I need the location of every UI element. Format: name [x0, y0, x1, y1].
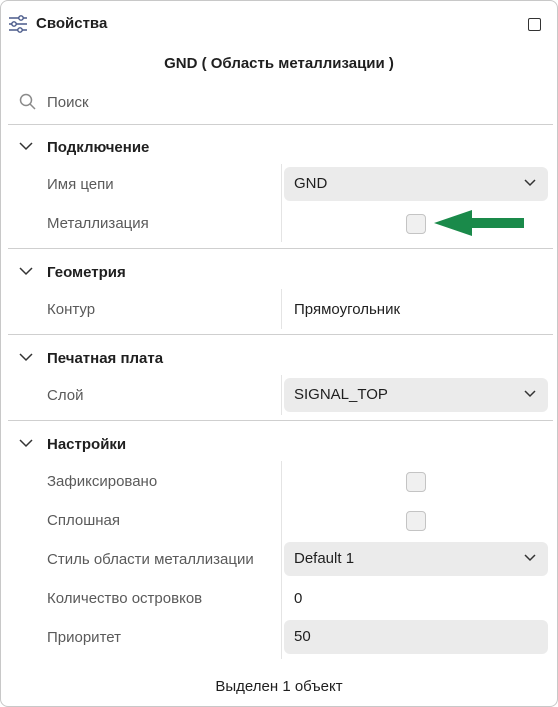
maximize-button[interactable] [528, 18, 541, 31]
priority-label: Приоритет [47, 629, 121, 646]
contour-value: Прямоугольник [294, 301, 401, 318]
fixed-label: Зафиксировано [47, 473, 158, 490]
section-pcb-header[interactable]: Печатная плата [19, 348, 319, 370]
column-divider [281, 461, 282, 659]
sliders-icon [8, 14, 28, 34]
column-divider [281, 375, 282, 415]
section-label: Геометрия [47, 264, 126, 281]
chevron-down-icon [19, 267, 33, 276]
properties-panel: Свойства GND ( Область металлизации ) По… [0, 0, 558, 707]
net-name-select[interactable]: GND [284, 167, 548, 201]
fill-style-label: Стиль области металлизации [47, 551, 254, 568]
column-divider [281, 289, 282, 329]
chevron-down-icon [19, 142, 33, 151]
section-label: Подключение [47, 139, 150, 156]
search-input[interactable] [47, 91, 527, 113]
net-name-value: GND [294, 175, 328, 192]
divider [8, 248, 553, 249]
chevron-down-icon [19, 353, 33, 362]
column-divider [281, 164, 282, 242]
layer-label: Слой [47, 387, 84, 404]
priority-field[interactable]: 50 [284, 620, 548, 654]
islands-label: Количество островков [47, 590, 203, 607]
arrow-icon [434, 210, 524, 236]
chevron-down-icon [524, 554, 536, 562]
search-box[interactable] [19, 91, 539, 113]
islands-value[interactable]: 0 [294, 590, 302, 607]
chevron-down-icon [524, 179, 536, 187]
selection-status: Выделен 1 объект [215, 678, 343, 695]
section-label: Печатная плата [47, 350, 164, 367]
priority-value: 50 [294, 628, 311, 645]
layer-value: SIGNAL_TOP [294, 386, 388, 403]
chevron-down-icon [19, 439, 33, 448]
metallization-checkbox[interactable] [406, 214, 426, 234]
fill-style-select[interactable]: Default 1 [284, 542, 548, 576]
section-label: Настройки [47, 436, 127, 453]
solid-checkbox[interactable] [406, 511, 426, 531]
fixed-checkbox[interactable] [406, 472, 426, 492]
solid-label: Сплошная [47, 512, 121, 529]
chevron-down-icon [524, 390, 536, 398]
section-connection-header[interactable]: Подключение [19, 137, 319, 159]
section-settings-header[interactable]: Настройки [19, 434, 319, 456]
metallization-label: Металлизация [47, 215, 149, 232]
fill-style-value: Default 1 [294, 550, 355, 567]
panel-header: Свойства [1, 1, 557, 47]
panel-title: Свойства [36, 15, 108, 32]
search-icon [19, 93, 36, 110]
section-geometry-header[interactable]: Геометрия [19, 262, 319, 284]
divider [8, 420, 553, 421]
divider [8, 124, 553, 125]
contour-label: Контур [47, 301, 96, 318]
object-title: GND ( Область металлизации ) [164, 55, 394, 72]
divider [8, 334, 553, 335]
net-name-label: Имя цепи [47, 176, 114, 193]
layer-select[interactable]: SIGNAL_TOP [284, 378, 548, 412]
